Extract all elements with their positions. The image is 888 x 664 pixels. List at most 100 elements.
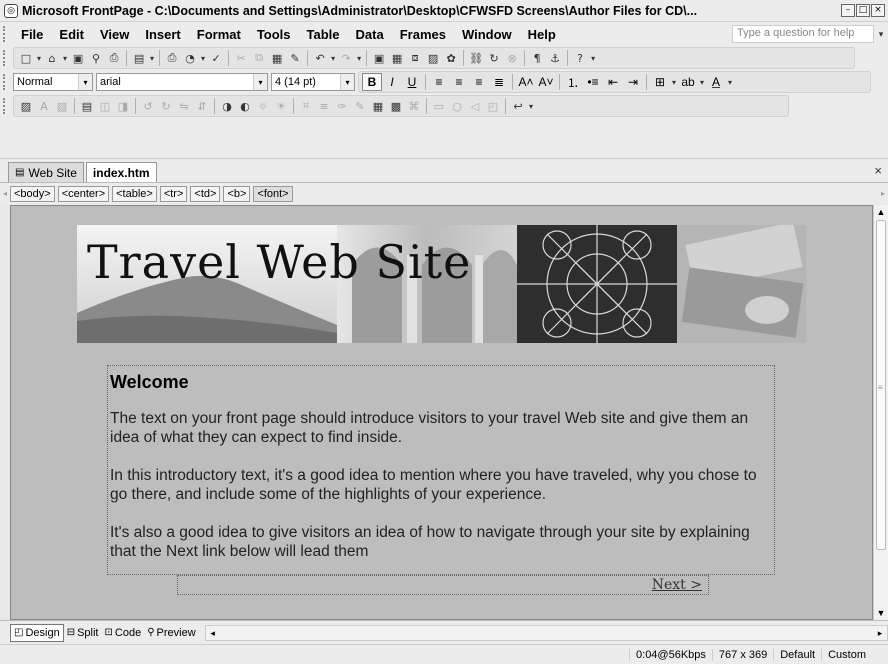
bring-forward-icon[interactable]: ◫ xyxy=(96,97,114,115)
chevron-down-icon[interactable]: ▾ xyxy=(700,78,704,87)
chevron-down-icon[interactable]: ▾ xyxy=(201,54,205,63)
rotate-right-icon[interactable]: ↻ xyxy=(157,97,175,115)
increase-indent-icon[interactable]: ⇥ xyxy=(623,73,643,91)
rectangle-hotspot-icon[interactable]: ▭ xyxy=(430,97,448,115)
style-select[interactable]: Normal ▾ xyxy=(13,73,93,91)
align-left-icon[interactable]: ≡ xyxy=(429,73,449,91)
next-link-cell[interactable]: Next > xyxy=(177,575,709,595)
tag-td[interactable]: <td> xyxy=(190,185,221,202)
toolbar-grip[interactable] xyxy=(3,74,9,90)
menu-help[interactable]: Help xyxy=(520,27,564,42)
decrease-font-icon[interactable]: A˅ xyxy=(536,73,556,91)
text-icon[interactable]: A xyxy=(35,97,53,115)
font-select[interactable]: arial ▾ xyxy=(96,73,268,91)
page-size[interactable]: 767 x 369 xyxy=(711,648,773,661)
horizontal-scrollbar[interactable]: ◂ ▸ xyxy=(204,624,888,641)
help-question-input[interactable]: Type a question for help xyxy=(732,25,874,43)
drawing-icon[interactable]: ✿ xyxy=(442,49,460,67)
preview-icon[interactable]: ◔ xyxy=(181,49,199,67)
underline-button[interactable]: U xyxy=(402,73,422,91)
insert-table-icon[interactable]: ▦ xyxy=(388,49,406,67)
design-view-button[interactable]: ◰ Design xyxy=(10,623,64,642)
welcome-table-cell[interactable]: Welcome The text on your front page shou… xyxy=(107,365,775,575)
chevron-down-icon[interactable]: ▾ xyxy=(331,54,335,63)
font-size-select[interactable]: 4 (14 pt) ▾ xyxy=(271,73,355,91)
next-link[interactable]: Next > xyxy=(652,577,702,593)
maximize-icon[interactable]: □ xyxy=(856,4,870,17)
undo-icon[interactable]: ↶ xyxy=(311,49,329,67)
help-icon[interactable]: ? xyxy=(571,49,589,67)
minimize-icon[interactable]: – xyxy=(841,4,855,17)
close-icon[interactable]: × xyxy=(871,4,885,17)
stop-icon[interactable]: ⊗ xyxy=(503,49,521,67)
justify-icon[interactable]: ≣ xyxy=(489,73,509,91)
set-transparent-icon[interactable]: ✑ xyxy=(333,97,351,115)
publish-icon[interactable]: ⎙ xyxy=(105,49,123,67)
toolbar-grip[interactable] xyxy=(3,50,9,66)
chevron-down-icon[interactable]: ▾ xyxy=(63,54,67,63)
tag-body[interactable]: <body> xyxy=(10,185,55,202)
menu-table[interactable]: Table xyxy=(299,27,348,42)
new-page-icon[interactable]: □ xyxy=(17,49,35,67)
frontpage-app-icon[interactable]: ◎ xyxy=(4,3,18,18)
decrease-indent-icon[interactable]: ⇤ xyxy=(603,73,623,91)
select-icon[interactable]: ⌘ xyxy=(405,97,423,115)
design-view-canvas[interactable]: Travel Web Site Welcome The text on your… xyxy=(10,205,873,620)
highlight-hotspots-icon[interactable]: ◰ xyxy=(484,97,502,115)
rotate-left-icon[interactable]: ↺ xyxy=(139,97,157,115)
bold-button[interactable]: B xyxy=(362,73,382,91)
scroll-right-icon[interactable]: ▸ xyxy=(881,189,885,198)
chevron-down-icon[interactable]: ▾ xyxy=(357,54,361,63)
scroll-right-icon[interactable]: ▸ xyxy=(873,626,887,640)
tab-web-site[interactable]: ▤ Web Site xyxy=(8,162,84,182)
increase-font-icon[interactable]: A˄ xyxy=(516,73,536,91)
tag-font[interactable]: <font> xyxy=(253,185,293,202)
less-contrast-icon[interactable]: ◐ xyxy=(236,97,254,115)
align-right-icon[interactable]: ≡ xyxy=(469,73,489,91)
tab-index-htm[interactable]: index.htm xyxy=(85,162,157,182)
send-backward-icon[interactable]: ◨ xyxy=(114,97,132,115)
chevron-down-icon[interactable]: ▾ xyxy=(728,78,732,87)
open-icon[interactable]: ⌂ xyxy=(43,49,61,67)
menu-data[interactable]: Data xyxy=(348,27,392,42)
web-component-icon[interactable]: ▣ xyxy=(370,49,388,67)
menu-tools[interactable]: Tools xyxy=(249,27,299,42)
redo-icon[interactable]: ↷ xyxy=(337,49,355,67)
show-all-icon[interactable]: ¶ xyxy=(528,49,546,67)
spelling-icon[interactable]: ✓ xyxy=(207,49,225,67)
color-icon[interactable]: ✎ xyxy=(351,97,369,115)
copy-icon[interactable]: ⧉ xyxy=(250,49,268,67)
bullets-icon[interactable]: •≡ xyxy=(583,73,603,91)
search-icon[interactable]: ⚲ xyxy=(87,49,105,67)
close-icon[interactable]: × xyxy=(874,163,882,178)
less-brightness-icon[interactable]: ☀ xyxy=(272,97,290,115)
line-style-icon[interactable]: ≡ xyxy=(315,97,333,115)
menu-window[interactable]: Window xyxy=(454,27,520,42)
menu-format[interactable]: Format xyxy=(189,27,249,42)
help-dropdown-icon[interactable]: ▾ xyxy=(874,29,888,40)
bevel-icon[interactable]: ▦ xyxy=(369,97,387,115)
toolbar-grip[interactable] xyxy=(3,26,9,42)
highlight-icon[interactable]: ab xyxy=(678,73,698,91)
tag-b[interactable]: <b> xyxy=(223,185,251,202)
restore-icon[interactable]: ↩ xyxy=(509,97,527,115)
menu-frames[interactable]: Frames xyxy=(392,27,454,42)
custom-mode[interactable]: Custom xyxy=(821,648,872,661)
code-view-button[interactable]: ⊡ Code xyxy=(102,625,145,641)
toolbar-options-icon[interactable]: ▾ xyxy=(529,102,533,111)
save-icon[interactable]: ▣ xyxy=(69,49,87,67)
font-color-icon[interactable]: A xyxy=(706,73,726,91)
paste-icon[interactable]: ▦ xyxy=(268,49,286,67)
vertical-scrollbar[interactable]: ▲ ≡ ▼ xyxy=(873,205,888,620)
preview-view-button[interactable]: ⚲ Preview xyxy=(144,625,198,641)
tag-tr[interactable]: <tr> xyxy=(159,185,188,202)
chevron-down-icon[interactable]: ▾ xyxy=(78,74,92,90)
position-absolute-icon[interactable]: ▤ xyxy=(78,97,96,115)
more-contrast-icon[interactable]: ◑ xyxy=(218,97,236,115)
toggle-pane-icon[interactable]: ▤ xyxy=(130,49,148,67)
anchor-icon[interactable]: ⚓ xyxy=(546,49,564,67)
circle-hotspot-icon[interactable]: ○ xyxy=(448,97,466,115)
crop-icon[interactable]: ⌗ xyxy=(297,97,315,115)
auto-thumbnail-icon[interactable]: ▧ xyxy=(53,97,71,115)
toolbar-grip[interactable] xyxy=(3,98,9,114)
